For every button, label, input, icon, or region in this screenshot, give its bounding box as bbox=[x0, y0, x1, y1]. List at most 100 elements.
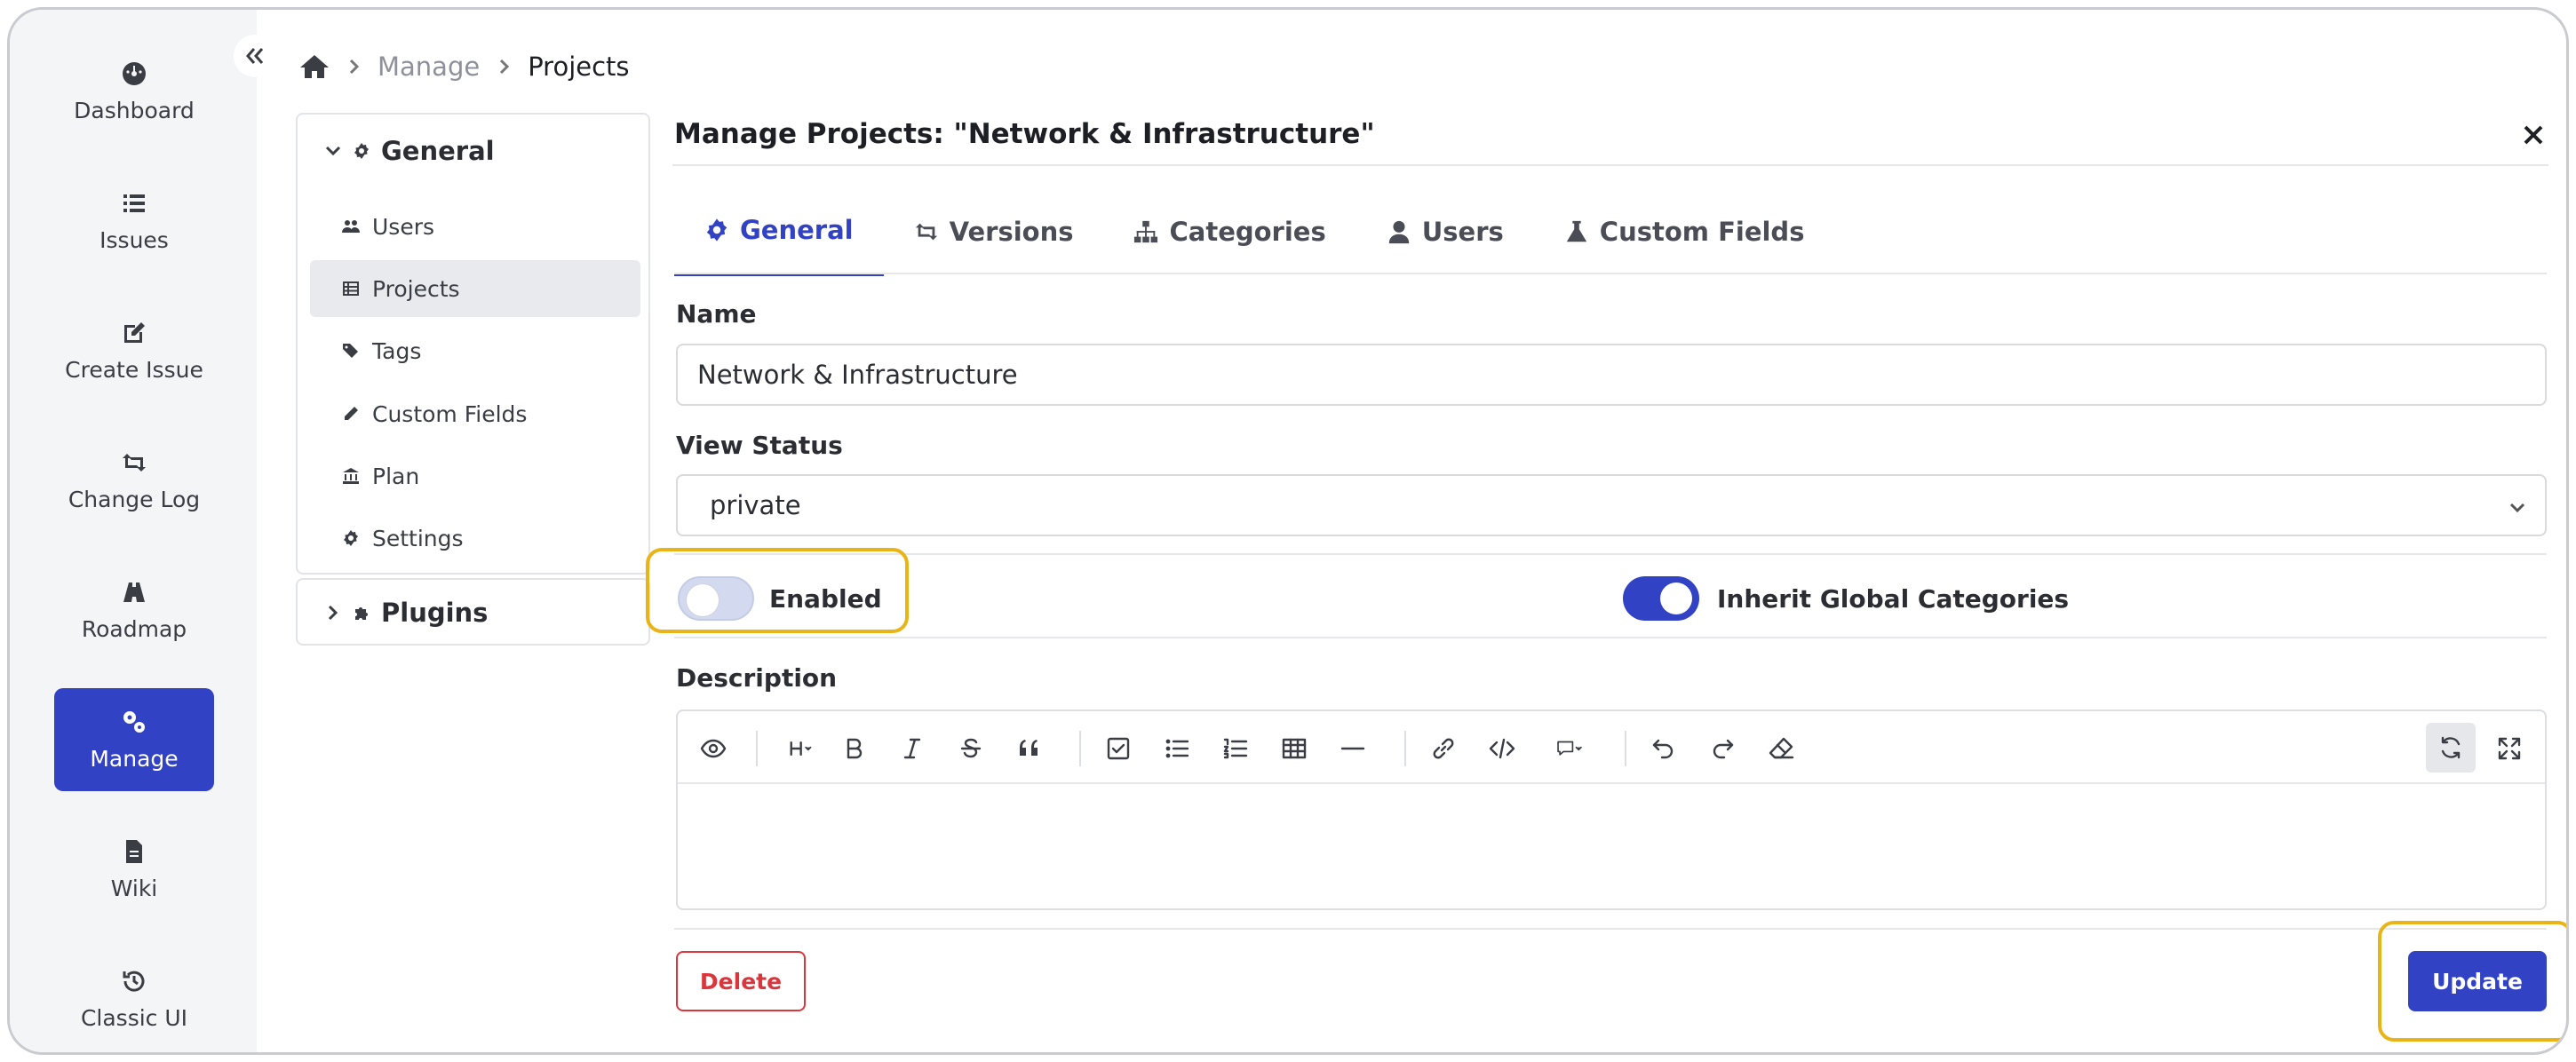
italic-button[interactable] bbox=[894, 731, 930, 766]
enabled-label: Enabled bbox=[769, 584, 882, 614]
plugins-nav-section[interactable]: Plugins bbox=[296, 578, 650, 646]
plugins-section-header[interactable]: Plugins bbox=[324, 598, 488, 628]
link-button[interactable] bbox=[1426, 731, 1461, 766]
chevron-right-icon bbox=[500, 59, 510, 75]
rail-item-dashboard[interactable]: Dashboard bbox=[54, 40, 214, 143]
file-icon bbox=[126, 839, 142, 863]
strikethrough-button[interactable] bbox=[953, 731, 989, 766]
puzzle-icon bbox=[355, 607, 368, 620]
list-icon bbox=[123, 194, 145, 212]
nav-item-label: Projects bbox=[372, 275, 460, 302]
ordered-list-button[interactable] bbox=[1218, 731, 1253, 766]
home-icon[interactable] bbox=[299, 53, 330, 80]
delete-button[interactable]: Delete bbox=[676, 951, 806, 1011]
bullet-list-icon bbox=[1165, 739, 1189, 758]
rail-item-roadmap[interactable]: Roadmap bbox=[54, 559, 214, 662]
code-button[interactable] bbox=[1484, 731, 1520, 766]
rail-label: Change Log bbox=[68, 486, 201, 512]
bold-icon bbox=[847, 738, 863, 759]
nav-item-projects[interactable]: Projects bbox=[310, 260, 640, 317]
preview-button[interactable] bbox=[696, 731, 731, 766]
task-list-button[interactable] bbox=[1101, 731, 1136, 766]
tab-users[interactable]: Users bbox=[1356, 187, 1534, 276]
rail-label: Wiki bbox=[110, 875, 158, 901]
rail-label: Manage bbox=[90, 745, 179, 772]
italic-icon bbox=[903, 738, 921, 759]
rail-item-issues[interactable]: Issues bbox=[54, 170, 214, 273]
name-input[interactable] bbox=[676, 344, 2547, 406]
heading-button[interactable] bbox=[777, 731, 827, 766]
chevron-right-icon bbox=[349, 59, 360, 75]
code-icon bbox=[1489, 738, 1515, 759]
gears-icon bbox=[123, 710, 145, 733]
rail-item-classic-ui[interactable]: Classic UI bbox=[54, 947, 214, 1050]
page-title: Manage Projects: "Network & Infrastructu… bbox=[674, 118, 1375, 150]
nav-item-settings[interactable]: Settings bbox=[310, 510, 640, 567]
name-label: Name bbox=[676, 299, 757, 329]
collapse-sidebar-button[interactable] bbox=[234, 35, 276, 77]
breadcrumb-current: Projects bbox=[528, 52, 630, 82]
close-icon bbox=[2524, 125, 2543, 145]
nav-item-tags[interactable]: Tags bbox=[310, 322, 640, 379]
divider bbox=[674, 928, 2547, 930]
tab-label: Categories bbox=[1169, 217, 1326, 247]
table-icon bbox=[1282, 738, 1307, 759]
table-button[interactable] bbox=[1276, 731, 1312, 766]
tab-label: Users bbox=[1421, 217, 1504, 247]
rail-item-manage[interactable]: Manage bbox=[54, 688, 214, 791]
nav-item-users[interactable]: Users bbox=[310, 198, 640, 255]
rail-item-change-log[interactable]: Change Log bbox=[54, 429, 214, 532]
quote-button[interactable] bbox=[1012, 731, 1047, 766]
tab-versions[interactable]: Versions bbox=[884, 187, 1104, 276]
rail-label: Create Issue bbox=[65, 356, 203, 383]
tab-general[interactable]: General bbox=[674, 187, 884, 276]
chevron-down-icon bbox=[325, 146, 341, 156]
sync-scroll-button[interactable] bbox=[2426, 723, 2476, 773]
toggle-knob bbox=[1660, 583, 1692, 614]
nav-item-custom-fields[interactable]: Custom Fields bbox=[310, 385, 640, 442]
flask-icon bbox=[1566, 220, 1586, 242]
rail-item-create-issue[interactable]: Create Issue bbox=[54, 299, 214, 402]
horizontal-rule-button[interactable] bbox=[1335, 731, 1371, 766]
bold-button[interactable] bbox=[836, 731, 871, 766]
clear-format-button[interactable] bbox=[1763, 731, 1799, 766]
close-button[interactable] bbox=[2518, 120, 2548, 150]
inherit-categories-toggle[interactable] bbox=[1623, 576, 1699, 621]
general-section-header[interactable]: General bbox=[324, 136, 495, 166]
app-window: Dashboard Issues Create Issue Change Log… bbox=[7, 7, 2569, 1055]
sitemap-icon bbox=[1134, 220, 1158, 243]
description-textarea[interactable] bbox=[678, 786, 2545, 908]
chevron-right-icon bbox=[328, 605, 338, 621]
users-icon bbox=[342, 220, 360, 233]
nav-item-plan[interactable]: Plan bbox=[310, 448, 640, 504]
fullscreen-button[interactable] bbox=[2492, 731, 2527, 766]
toolbar-separator bbox=[756, 731, 758, 766]
comment-icon bbox=[1557, 741, 1582, 756]
dashboard-icon bbox=[123, 61, 146, 85]
undo-button[interactable] bbox=[1646, 731, 1682, 766]
strikethrough-icon bbox=[960, 738, 982, 758]
tab-custom-fields[interactable]: Custom Fields bbox=[1534, 187, 1835, 276]
chevron-down-icon bbox=[2509, 503, 2525, 513]
nav-item-label: Users bbox=[372, 213, 435, 240]
enabled-toggle[interactable] bbox=[678, 576, 754, 621]
view-status-select[interactable]: private bbox=[676, 474, 2547, 536]
comment-button[interactable] bbox=[1543, 731, 1596, 766]
editor-toolbar bbox=[678, 711, 2545, 784]
tab-categories[interactable]: Categories bbox=[1103, 187, 1356, 276]
redo-button[interactable] bbox=[1705, 731, 1740, 766]
tab-bar: General Versions Categories Users Custom… bbox=[674, 187, 1834, 276]
sync-icon bbox=[2441, 736, 2461, 759]
link-icon bbox=[1433, 738, 1454, 759]
bullet-list-button[interactable] bbox=[1159, 731, 1195, 766]
rail-item-wiki[interactable]: Wiki bbox=[54, 818, 214, 921]
breadcrumb-manage[interactable]: Manage bbox=[378, 52, 480, 82]
ordered-list-icon bbox=[1223, 738, 1248, 759]
update-button[interactable]: Update bbox=[2408, 951, 2547, 1011]
breadcrumb: Manage Projects bbox=[299, 49, 630, 84]
nav-item-label: Settings bbox=[372, 525, 464, 551]
toolbar-separator bbox=[1625, 731, 1626, 766]
divider bbox=[672, 164, 2548, 166]
toolbar-separator bbox=[1079, 731, 1081, 766]
gear-icon bbox=[354, 143, 369, 159]
